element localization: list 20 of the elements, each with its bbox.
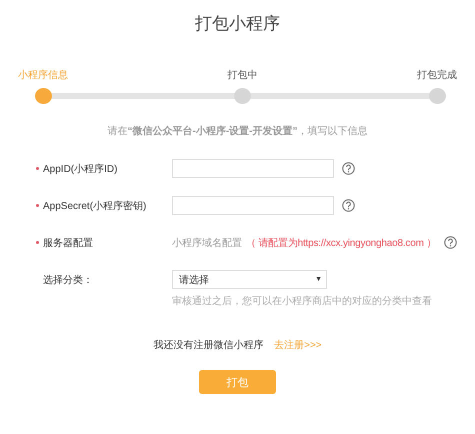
help-icon[interactable] (444, 236, 458, 249)
field-label: 服务器配置 (43, 236, 93, 250)
field-label: AppID(小程序ID) (43, 162, 118, 176)
domain-value: （ 请配置为https://xcx.yingyonghao8.com ） (246, 236, 436, 250)
step-label: 打包完成 (417, 68, 457, 82)
help-icon[interactable] (342, 199, 355, 212)
package-button[interactable]: 打包 (199, 370, 276, 394)
domain-label: 小程序域名配置 (172, 236, 242, 250)
register-text: 我还没有注册微信小程序 (153, 340, 264, 351)
page-title: 打包小程序 (194, 13, 281, 35)
register-link[interactable]: 去注册>>> (274, 340, 322, 351)
category-hint: 审核通过之后，您可以在小程序商店中的对应的分类中查看 (172, 296, 432, 307)
step-label: 打包中 (228, 68, 258, 82)
step-label: 小程序信息 (18, 68, 68, 82)
input-field[interactable] (172, 196, 334, 215)
field-label: AppSecret(小程序密钥) (43, 200, 146, 212)
field-label: 选择分类： (43, 274, 93, 286)
instruction-text: 请在“微信公众平台-小程序-设置-开发设置”，填写以下信息 (106, 124, 368, 138)
input-field[interactable] (172, 159, 334, 178)
help-icon[interactable] (342, 162, 355, 175)
